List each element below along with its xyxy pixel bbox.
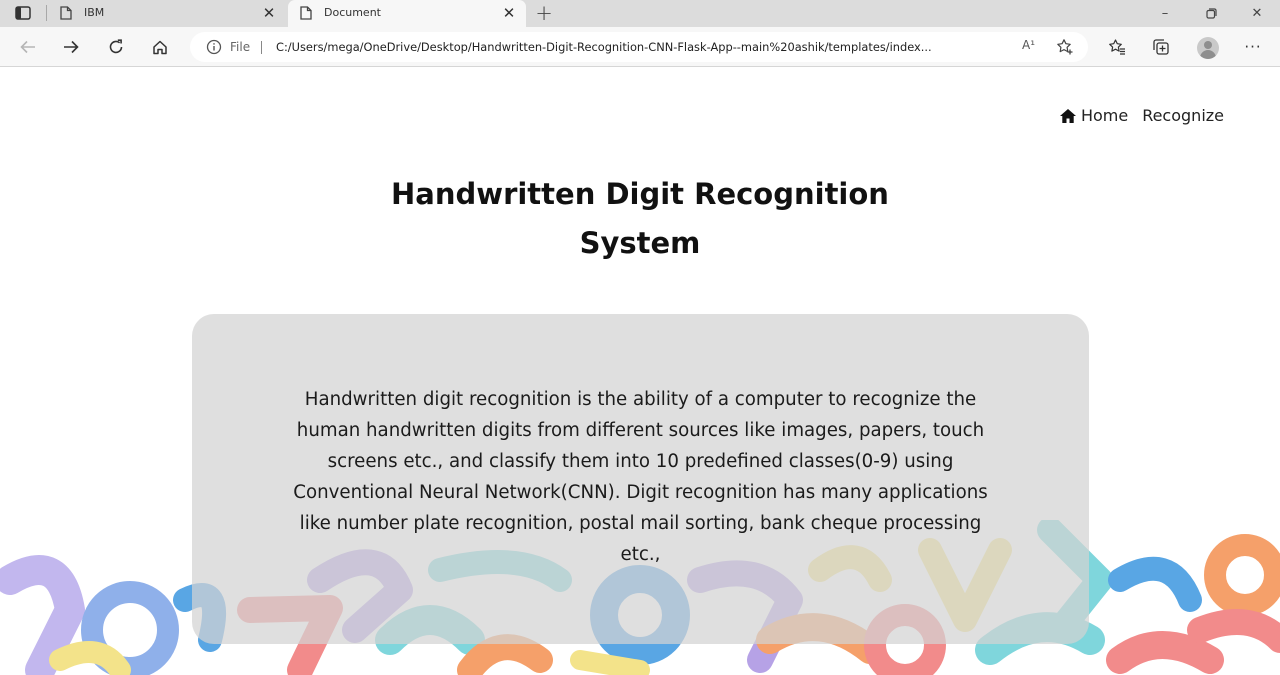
- new-tab-button[interactable]: +: [532, 1, 556, 25]
- close-icon: ✕: [502, 4, 516, 22]
- more-icon: ···: [1244, 38, 1262, 56]
- collections-icon: [1153, 39, 1169, 55]
- avatar-body: [1200, 50, 1216, 59]
- page-title: Handwritten Digit Recognition System: [0, 170, 1280, 268]
- close-window-button[interactable]: ✕: [1234, 0, 1280, 27]
- info-icon[interactable]: [206, 39, 222, 55]
- tab-actions-icon: [15, 6, 31, 20]
- restore-button[interactable]: [1188, 0, 1234, 27]
- collections-button[interactable]: [1148, 34, 1174, 60]
- nav-home-label: Home: [1080, 106, 1129, 125]
- close-icon: ✕: [262, 4, 276, 22]
- address-divider: [261, 41, 262, 54]
- url-text[interactable]: C:/Users/mega/OneDrive/Desktop/Handwritt…: [276, 40, 1014, 54]
- minimize-button[interactable]: –: [1142, 0, 1188, 27]
- favorites-icon: [1109, 39, 1125, 55]
- nav-home-link[interactable]: Home: [1059, 106, 1128, 125]
- address-bar[interactable]: File C:/Users/mega/OneDrive/Desktop/Hand…: [190, 32, 1088, 62]
- close-tab-button[interactable]: ✕: [260, 4, 278, 22]
- tab-document[interactable]: Document ✕: [288, 0, 526, 27]
- back-button[interactable]: [15, 34, 41, 60]
- forward-icon: [64, 40, 79, 54]
- favorites-button[interactable]: [1104, 34, 1130, 60]
- browser-toolbar: File C:/Users/mega/OneDrive/Desktop/Hand…: [0, 27, 1280, 67]
- document-icon: [300, 6, 312, 20]
- page-title-line-2: System: [579, 226, 701, 260]
- refresh-icon: [109, 39, 123, 54]
- back-icon: [20, 40, 35, 54]
- tab-actions-button[interactable]: [10, 2, 36, 24]
- forward-button[interactable]: [58, 34, 84, 60]
- more-button[interactable]: ···: [1240, 34, 1266, 60]
- nav-recognize-link[interactable]: Recognize: [1142, 106, 1224, 125]
- tab-title: Document: [324, 6, 381, 19]
- tab-separator: [46, 5, 47, 21]
- document-icon: [60, 6, 72, 20]
- home-icon: [1059, 108, 1076, 123]
- plus-icon: +: [535, 1, 553, 25]
- restore-icon: [1205, 8, 1217, 19]
- intro-description: Handwritten digit recognition is the abi…: [293, 389, 988, 565]
- close-tab-button[interactable]: ✕: [500, 4, 518, 22]
- refresh-button[interactable]: [103, 34, 129, 60]
- site-scheme-label: File: [230, 40, 251, 54]
- read-aloud-button[interactable]: A¹: [1022, 38, 1035, 52]
- profile-avatar[interactable]: [1197, 37, 1219, 59]
- tab-strip: IBM ✕ Document ✕ + – ✕: [0, 0, 1280, 27]
- tab-title: IBM: [84, 6, 105, 19]
- avatar-head: [1204, 41, 1212, 49]
- page-title-line-1: Handwritten Digit Recognition: [391, 177, 889, 211]
- site-nav: Home Recognize: [1059, 106, 1224, 125]
- tab-ibm[interactable]: IBM ✕: [48, 0, 286, 27]
- home-button[interactable]: [147, 34, 173, 60]
- web-page: Home Recognize Handwritten Digit Recogni…: [0, 68, 1280, 675]
- intro-card: Handwritten digit recognition is the abi…: [192, 314, 1089, 644]
- add-favorite-icon[interactable]: [1056, 38, 1074, 56]
- home-icon: [153, 40, 167, 54]
